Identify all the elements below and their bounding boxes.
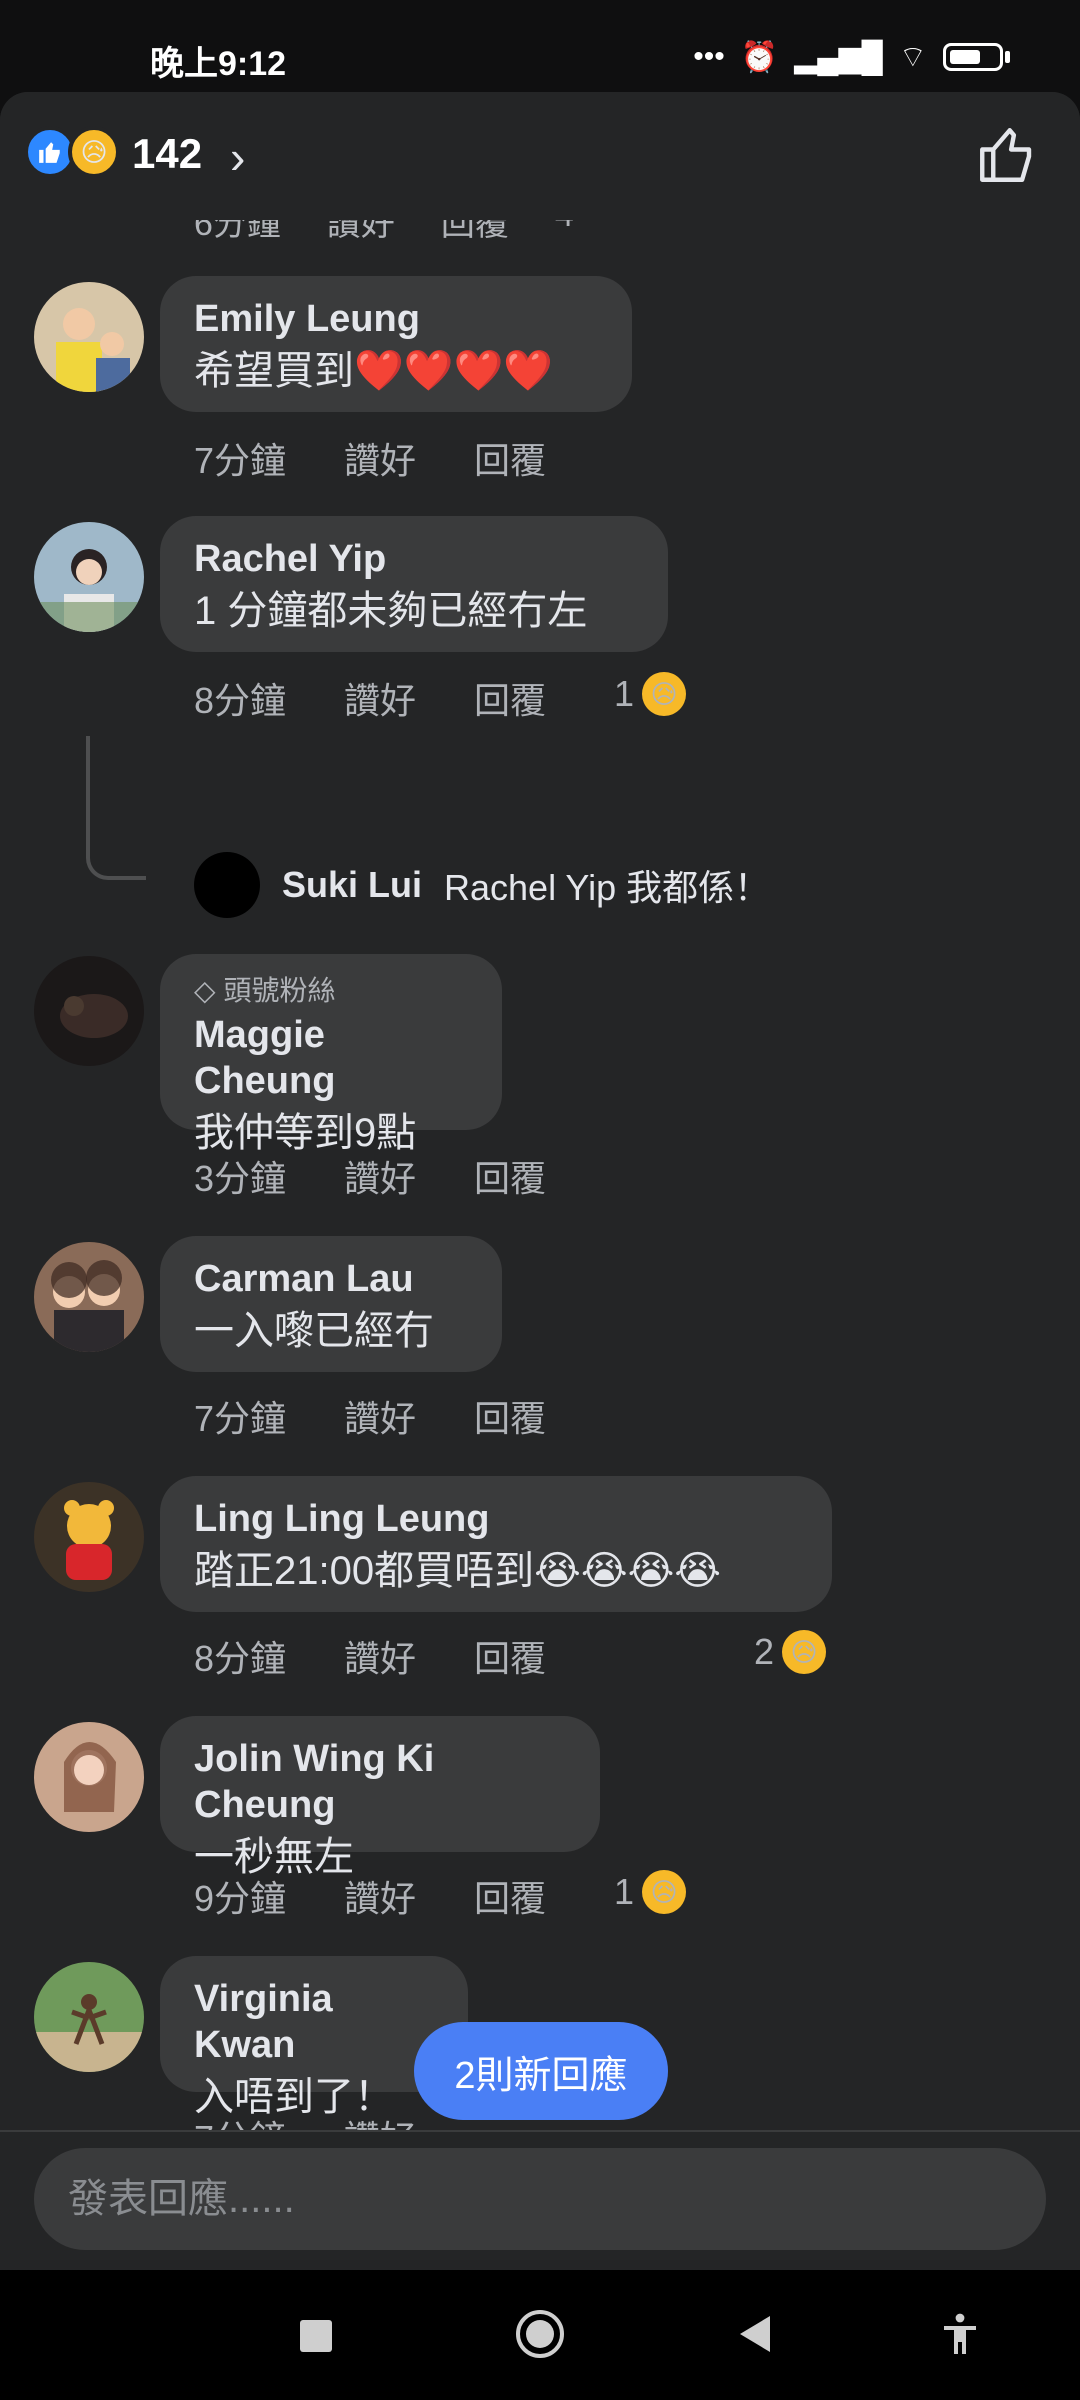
- reaction-count: 1: [614, 673, 635, 714]
- reaction-count[interactable]: 142: [132, 130, 202, 178]
- comment-actions: 8分鐘 讚好 回覆: [194, 1630, 604, 1682]
- like-link[interactable]: 讚好: [344, 1150, 416, 1202]
- like-link[interactable]: 讚好: [344, 1630, 416, 1682]
- commenter-name[interactable]: Emily Leung: [194, 296, 598, 342]
- comment-text: 1 分鐘都未夠已經冇左: [194, 589, 588, 633]
- status-bar: 晚上9:12 ••• ⏰ ▂▄▆█ ⌔: [0, 0, 1080, 92]
- avatar[interactable]: [194, 852, 260, 918]
- diamond-icon: ◇: [194, 975, 216, 1006]
- sad-reaction-icon: 😥: [642, 1870, 687, 1914]
- sad-reaction-icon: 😥: [782, 1630, 827, 1674]
- reaction-tag[interactable]: 2 😥: [754, 1630, 827, 1674]
- comment-input[interactable]: [34, 2148, 1046, 2250]
- reaction-count: 4: [555, 220, 574, 245]
- reply-link[interactable]: 回覆: [441, 220, 509, 245]
- chevron-right-icon[interactable]: ›: [230, 130, 245, 184]
- comment-bubble[interactable]: Emily Leung 希望買到❤️❤️❤️❤️: [160, 276, 632, 412]
- home-icon[interactable]: [516, 2310, 564, 2358]
- reply-link[interactable]: 回覆: [474, 1870, 546, 1922]
- like-link[interactable]: 讚好: [327, 220, 395, 245]
- like-link[interactable]: 讚好: [344, 1390, 416, 1442]
- reply-link[interactable]: 回覆: [474, 1390, 546, 1442]
- reply-thread-line: [86, 736, 146, 880]
- comment-actions: 7分鐘 讚好 回覆: [194, 432, 604, 484]
- battery-tip: [1005, 51, 1010, 63]
- comment-actions: 9分鐘 讚好 回覆: [194, 1870, 604, 1922]
- like-link[interactable]: 讚好: [344, 2110, 416, 2130]
- avatar[interactable]: [34, 956, 144, 1066]
- reaction-tag[interactable]: 1 😥: [614, 1870, 687, 1914]
- reply-link[interactable]: 回覆: [474, 672, 546, 724]
- commenter-name[interactable]: Jolin Wing Ki Cheung: [194, 1736, 566, 1828]
- reply-name[interactable]: Suki Lui: [282, 864, 422, 906]
- comment-time: 7分鐘: [194, 1398, 287, 1439]
- badge-label: 頭號粉絲: [223, 975, 336, 1006]
- like-outline-icon[interactable]: [974, 122, 1040, 188]
- comment-time: 7分鐘: [194, 2110, 286, 2130]
- avatar[interactable]: [34, 1482, 144, 1592]
- avatar[interactable]: [34, 522, 144, 632]
- recents-icon[interactable]: [300, 2320, 332, 2352]
- reaction-tag[interactable]: 1 😥: [614, 672, 687, 716]
- status-icons: ••• ⏰ ▂▄▆█ ⌔: [693, 38, 1010, 76]
- comment-time: 8分鐘: [194, 1638, 287, 1679]
- reaction-count: 2: [754, 1631, 775, 1672]
- new-replies-button[interactable]: 2則新回應: [414, 2022, 668, 2120]
- comment-actions: 8分鐘 讚好 回覆: [194, 672, 604, 724]
- reply-text: Rachel Yip 我都係！: [444, 867, 771, 908]
- comment-actions: 3分鐘 讚好 回覆: [194, 1150, 604, 1202]
- reply-link[interactable]: 回覆: [474, 1630, 546, 1682]
- partial-action-row: 6分鐘 讚好 回覆 4: [194, 220, 574, 245]
- like-link[interactable]: 讚好: [344, 432, 416, 484]
- comment-bubble[interactable]: Rachel Yip 1 分鐘都未夠已經冇左: [160, 516, 668, 652]
- commenter-name[interactable]: Virginia Kwan: [194, 1976, 434, 2068]
- avatar[interactable]: [34, 282, 144, 392]
- comment-text: 一入嚟已經冇: [194, 1309, 434, 1353]
- accessibility-icon[interactable]: [936, 2310, 984, 2358]
- reaction-count: 1: [614, 1871, 635, 1912]
- reply-link[interactable]: 回覆: [474, 432, 546, 484]
- like-link[interactable]: 讚好: [344, 672, 416, 724]
- comment-time: 7分鐘: [194, 440, 287, 481]
- avatar[interactable]: [34, 1722, 144, 1832]
- system-nav-bar: [0, 2270, 1080, 2400]
- sad-reaction-icon: 😥: [68, 126, 120, 178]
- comment-actions: 7分鐘 讚好: [194, 2110, 474, 2130]
- reactions-header[interactable]: 😥 142 ›: [0, 92, 1080, 220]
- sad-reaction-icon: 😥: [642, 672, 687, 716]
- comment-text: 希望買到❤️❤️❤️❤️: [194, 349, 554, 393]
- commenter-name[interactable]: Maggie Cheung: [194, 1012, 468, 1104]
- commenter-name[interactable]: Carman Lau: [194, 1256, 468, 1302]
- comment-bubble[interactable]: Ling Ling Leung 踏正21:00都買唔到😭😭😭😭: [160, 1476, 832, 1612]
- back-icon[interactable]: [740, 2316, 770, 2352]
- comment-text: 踏正21:00都買唔到😭😭😭😭: [194, 1549, 722, 1593]
- comments-list[interactable]: 6分鐘 讚好 回覆 4 Emily Leung 希望買到❤️❤️❤️❤️ 7分鐘…: [0, 220, 1080, 2130]
- battery-icon: [943, 43, 1003, 71]
- comments-sheet: 😥 142 › 6分鐘 讚好 回覆 4 Emily Leung 希望買到❤️❤️…: [0, 92, 1080, 2270]
- comment-time: 9分鐘: [194, 1878, 287, 1919]
- wifi-icon: ⌔: [898, 41, 927, 74]
- signal-icon: ▂▄▆█: [794, 40, 883, 74]
- comment-bubble[interactable]: Jolin Wing Ki Cheung 一秒無左: [160, 1716, 600, 1879]
- reply-link[interactable]: 回覆: [474, 1150, 546, 1202]
- commenter-name[interactable]: Ling Ling Leung: [194, 1496, 798, 1542]
- comment-actions: 7分鐘 讚好 回覆: [194, 1390, 604, 1442]
- like-link[interactable]: 讚好: [344, 1870, 416, 1922]
- comment-bubble[interactable]: Carman Lau 一入嚟已經冇: [160, 1236, 502, 1372]
- comment-time: 6分鐘: [194, 220, 281, 243]
- top-fan-badge: ◇ 頭號粉絲: [194, 974, 468, 1008]
- avatar[interactable]: [34, 1242, 144, 1352]
- comment-input-bar: [0, 2130, 1080, 2270]
- comment-time: 3分鐘: [194, 1158, 287, 1199]
- reply-preview[interactable]: Suki Lui Rachel Yip 我都係！: [194, 852, 770, 918]
- status-time: 晚上9:12: [150, 45, 287, 83]
- comment-bubble[interactable]: ◇ 頭號粉絲 Maggie Cheung 我仲等到9點: [160, 954, 502, 1155]
- avatar[interactable]: [34, 1962, 144, 2072]
- comment-time: 8分鐘: [194, 680, 287, 721]
- more-dots-icon: •••: [693, 40, 725, 73]
- commenter-name[interactable]: Rachel Yip: [194, 536, 634, 582]
- alarm-icon: ⏰: [740, 40, 779, 74]
